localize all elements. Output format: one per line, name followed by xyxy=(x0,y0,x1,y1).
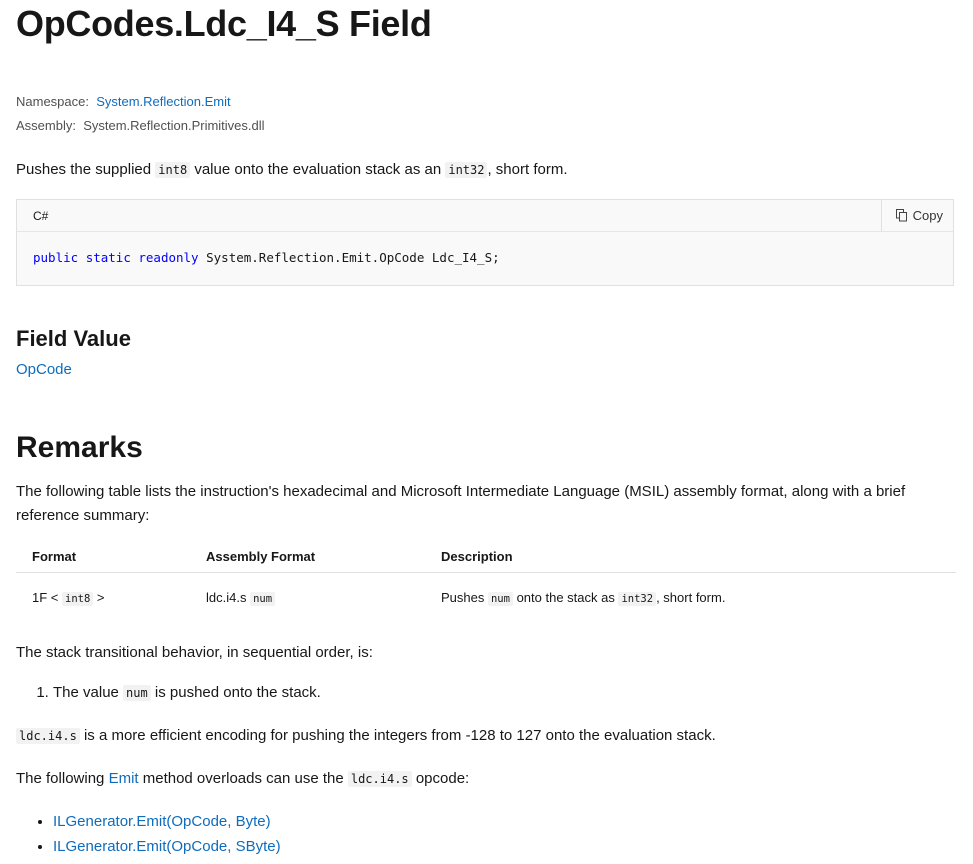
assembly-label: Assembly: xyxy=(16,118,76,133)
inline-code: ldc.i4.s xyxy=(347,771,412,787)
paragraph-text: method overloads can use the xyxy=(138,770,348,787)
paragraph-text: opcode: xyxy=(411,770,470,787)
paragraph-text: is a more efficient encoding for pushing… xyxy=(79,727,716,744)
code-keyword: static xyxy=(85,250,131,265)
table-cell-format: 1F < int8 > xyxy=(16,572,190,622)
list-text: The value xyxy=(53,684,124,701)
table-cell-assembly: ldc.i4.s num xyxy=(190,572,425,622)
remarks-intro: The following table lists the instructio… xyxy=(16,483,906,524)
field-value-heading: Field Value xyxy=(16,326,131,351)
cell-text: ldc.i4.s xyxy=(206,589,251,605)
cell-text: onto the stack as xyxy=(512,589,619,605)
overload-link-sbyte[interactable]: ILGenerator.Emit(OpCode, SByte) xyxy=(53,838,281,855)
summary-text: , short form. xyxy=(487,161,568,178)
field-value: OpCode xyxy=(16,360,956,380)
copy-label: Copy xyxy=(912,208,943,223)
table-row: 1F < int8 > ldc.i4.s num Pushes num onto… xyxy=(16,572,956,622)
inline-code: int32 xyxy=(618,591,657,606)
copy-icon xyxy=(895,209,907,222)
inline-code: int8 xyxy=(62,591,94,606)
code-text: System.Reflection.Emit.OpCode Ldc_I4_S; xyxy=(198,250,500,265)
list-text: is pushed onto the stack. xyxy=(150,684,321,701)
table-cell-description: Pushes num onto the stack as int32, shor… xyxy=(425,572,956,622)
namespace-link[interactable]: System.Reflection.Emit xyxy=(96,94,230,109)
code-keyword: public xyxy=(33,250,79,265)
field-type-link[interactable]: OpCode xyxy=(16,361,72,378)
paragraph-text: The following xyxy=(16,770,109,787)
opcode-table: Format Assembly Format Description 1F < … xyxy=(16,540,956,622)
summary-text: value onto the evaluation stack as an xyxy=(190,161,446,178)
overload-list: ILGenerator.Emit(OpCode, Byte) ILGenerat… xyxy=(16,809,956,859)
stack-list: The value num is pushed onto the stack. xyxy=(16,681,956,705)
list-item: ILGenerator.Emit(OpCode, SByte) xyxy=(53,834,956,859)
assembly-row: Assembly: System.Reflection.Primitives.d… xyxy=(16,114,956,138)
emit-link[interactable]: Emit xyxy=(109,770,139,787)
metadata: Namespace: System.Reflection.Emit Assemb… xyxy=(16,90,956,138)
cell-text: , short form. xyxy=(656,589,726,605)
namespace-row: Namespace: System.Reflection.Emit xyxy=(16,90,956,114)
table-header: Assembly Format xyxy=(190,540,425,573)
remarks-heading: Remarks xyxy=(16,431,143,464)
cell-text: > xyxy=(93,589,105,605)
stack-intro: The stack transitional behavior, in sequ… xyxy=(16,644,373,661)
cell-text: Pushes xyxy=(441,589,488,605)
cell-text: 1F < xyxy=(32,589,62,605)
table-header: Description xyxy=(425,540,956,573)
assembly-value: System.Reflection.Primitives.dll xyxy=(83,118,265,133)
inline-code: ldc.i4.s xyxy=(16,728,80,744)
overloads-intro: The following Emit method overloads can … xyxy=(16,767,956,791)
code-header: C# Copy xyxy=(17,200,953,232)
copy-button[interactable]: Copy xyxy=(880,200,953,231)
efficiency-note: ldc.i4.s is a more efficient encoding fo… xyxy=(16,724,956,748)
inline-code: int8 xyxy=(155,162,191,178)
list-item: ILGenerator.Emit(OpCode, Byte) xyxy=(53,809,956,834)
summary-text: Pushes the supplied xyxy=(16,161,156,178)
overload-link-byte[interactable]: ILGenerator.Emit(OpCode, Byte) xyxy=(53,813,271,830)
table-header: Format xyxy=(16,540,190,573)
inline-code: num xyxy=(123,685,151,701)
doc-page: OpCodes.Ldc_I4_S Field Namespace: System… xyxy=(0,0,973,859)
code-language: C# xyxy=(33,208,49,223)
namespace-label: Namespace: xyxy=(16,94,89,109)
summary: Pushes the supplied int8 value onto the … xyxy=(16,158,956,182)
inline-code: num xyxy=(250,591,276,606)
inline-code: int32 xyxy=(445,162,488,178)
table-header-row: Format Assembly Format Description xyxy=(16,540,956,573)
page-title: OpCodes.Ldc_I4_S Field xyxy=(16,3,432,44)
code-content: public static readonly System.Reflection… xyxy=(17,232,953,285)
list-item: The value num is pushed onto the stack. xyxy=(53,681,956,705)
code-block: C# Copy public static readonly System.Re… xyxy=(16,199,954,286)
code-keyword: readonly xyxy=(138,250,199,265)
inline-code: num xyxy=(487,591,513,606)
